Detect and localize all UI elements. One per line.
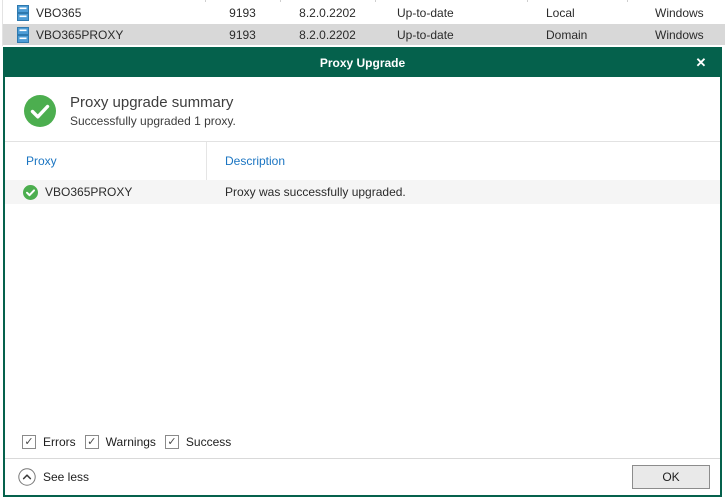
dialog-title: Proxy Upgrade — [320, 56, 405, 70]
chevron-up-circle-icon — [18, 468, 36, 486]
proxy-version: 8.2.0.2202 — [280, 28, 375, 42]
summary-subtitle: Successfully upgraded 1 proxy. — [70, 114, 236, 128]
filter-errors[interactable]: ✓ Errors — [22, 435, 76, 449]
proxy-status: Up-to-date — [375, 6, 527, 20]
proxy-upgrade-dialog: Proxy Upgrade ✕ Proxy upgrade summary Su… — [3, 47, 722, 497]
dialog-footer: See less OK — [5, 458, 720, 495]
results-grid-header: Proxy Description — [5, 142, 720, 180]
proxy-status: Up-to-date — [375, 28, 527, 42]
proxies-table: VBO365 9193 8.2.0.2202 Up-to-date Local … — [0, 0, 725, 47]
table-row[interactable]: VBO365 9193 8.2.0.2202 Up-to-date Local … — [3, 2, 725, 23]
dialog-titlebar: Proxy Upgrade ✕ — [5, 49, 720, 77]
see-less-toggle[interactable]: See less — [18, 468, 89, 486]
filter-success[interactable]: ✓ Success — [165, 435, 231, 449]
proxy-name: VBO365PROXY — [36, 28, 123, 42]
summary-title: Proxy upgrade summary — [70, 94, 236, 111]
success-check-icon — [23, 185, 38, 200]
result-row[interactable]: VBO365PROXY Proxy was successfully upgra… — [5, 180, 720, 204]
proxy-realm: Domain — [527, 28, 627, 42]
column-header-description[interactable]: Description — [207, 154, 285, 168]
result-description: Proxy was successfully upgraded. — [207, 185, 406, 199]
proxy-os: Windows — [627, 6, 725, 20]
proxy-server-icon — [17, 5, 29, 21]
proxy-realm: Local — [527, 6, 627, 20]
proxy-server-icon — [17, 27, 29, 43]
checkbox-checked-icon[interactable]: ✓ — [85, 435, 99, 449]
filter-warnings-label: Warnings — [106, 435, 156, 449]
proxy-os: Windows — [627, 28, 725, 42]
filter-errors-label: Errors — [43, 435, 76, 449]
proxy-port: 9193 — [205, 6, 280, 20]
column-header-proxy[interactable]: Proxy — [5, 142, 207, 180]
results-grid: Proxy Description VBO365PROXY Proxy was … — [5, 141, 720, 204]
filter-success-label: Success — [186, 435, 231, 449]
ok-button[interactable]: OK — [632, 465, 710, 489]
proxy-port: 9193 — [205, 28, 280, 42]
checkbox-checked-icon[interactable]: ✓ — [22, 435, 36, 449]
checkbox-checked-icon[interactable]: ✓ — [165, 435, 179, 449]
proxy-version: 8.2.0.2202 — [280, 6, 375, 20]
success-check-icon — [24, 95, 56, 127]
filter-checkboxes: ✓ Errors ✓ Warnings ✓ Success — [5, 431, 720, 453]
proxy-name: VBO365 — [36, 6, 81, 20]
close-icon[interactable]: ✕ — [688, 49, 714, 77]
empty-results-area — [5, 204, 720, 431]
filter-warnings[interactable]: ✓ Warnings — [85, 435, 156, 449]
summary-section: Proxy upgrade summary Successfully upgra… — [5, 77, 720, 141]
result-proxy-name: VBO365PROXY — [45, 185, 132, 199]
see-less-label: See less — [43, 470, 89, 484]
table-row-selected[interactable]: VBO365PROXY 9193 8.2.0.2202 Up-to-date D… — [3, 24, 725, 45]
